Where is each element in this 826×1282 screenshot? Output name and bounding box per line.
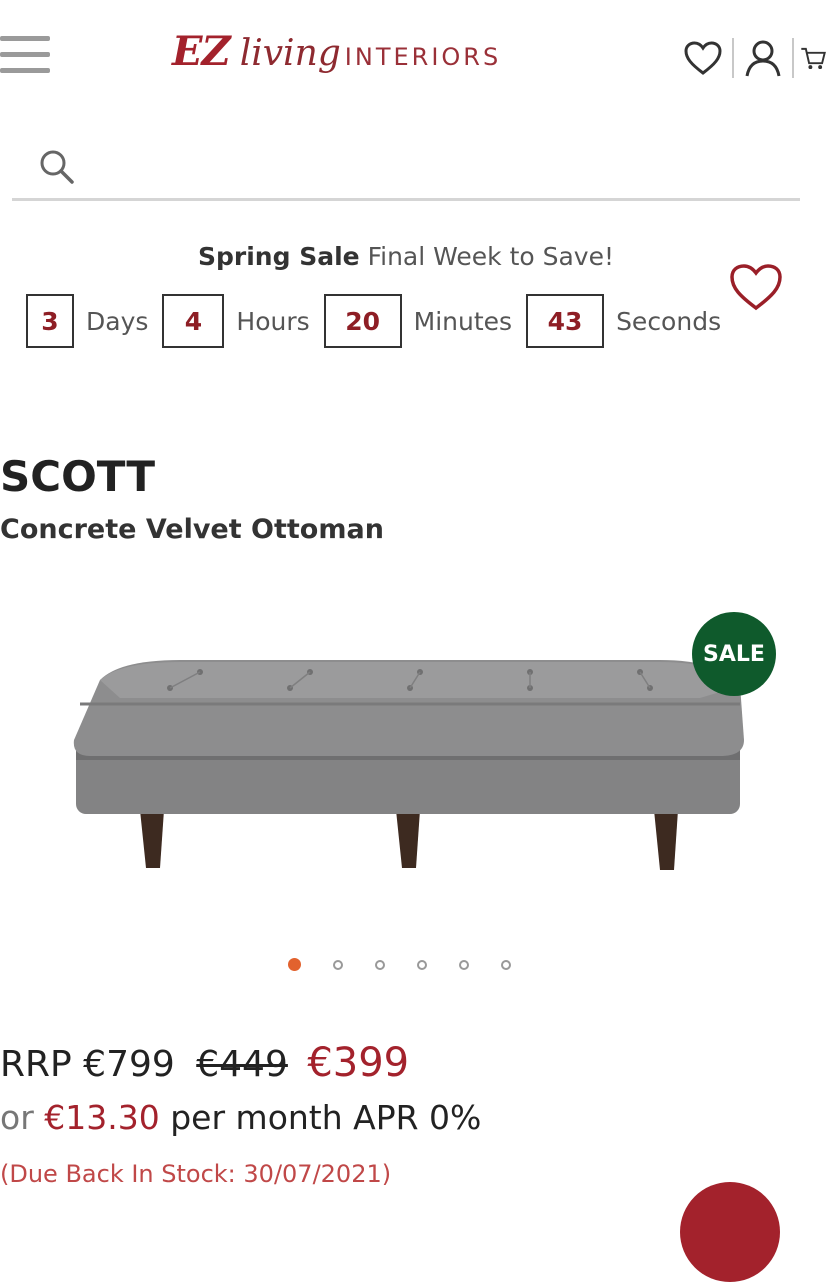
countdown-seconds-label: Seconds [616,306,722,336]
product-name: SCOTT [0,452,156,501]
countdown-seconds-value: 43 [526,294,605,348]
gallery-dot[interactable] [333,959,343,970]
user-icon [745,40,781,77]
sale-title-rest: Final Week to Save! [367,242,614,271]
site-logo[interactable]: EZ living INTERIORS [172,28,501,88]
stock-status: (Due Back In Stock: 30/07/2021) [0,1160,392,1188]
menu-button[interactable] [0,34,52,78]
wishlist-button[interactable] [680,36,726,80]
was-price: €449 [196,1044,288,1085]
logo-interiors: INTERIORS [344,43,502,71]
menu-icon-bar [0,68,50,73]
add-to-wishlist-button[interactable] [728,262,784,316]
gallery-dot[interactable] [501,959,511,970]
logo-living: living [239,33,341,74]
countdown-days-value: 3 [26,294,74,348]
header-actions [680,36,826,80]
menu-icon-bar [0,36,50,41]
gallery-pagination [288,958,543,971]
finance-terms: per month APR 0% [170,1098,482,1137]
monthly-amount: €13.30 [44,1098,160,1137]
gallery-dot[interactable] [417,959,427,970]
chat-button[interactable] [680,1182,780,1282]
countdown-hours-value: 4 [162,294,225,348]
menu-icon-bar [0,52,50,57]
account-button[interactable] [740,36,786,80]
rrp-price: RRP €799 [0,1044,175,1085]
cart-button[interactable] [800,36,826,80]
product-image[interactable] [60,600,760,920]
gallery-dot[interactable] [288,958,301,971]
finance-or: or [0,1098,34,1137]
heart-icon [684,41,722,75]
finance-row: or €13.30 per month APR 0% [0,1098,481,1137]
gallery-dot[interactable] [459,959,469,970]
current-price: €399 [307,1040,410,1086]
header-divider [792,38,794,78]
countdown-hours-label: Hours [236,306,310,336]
countdown-minutes-label: Minutes [413,306,513,336]
heart-icon [730,264,782,311]
search-icon [40,150,74,184]
sale-countdown: 3 Days 4 Hours 20 Minutes 43 Seconds [26,294,735,348]
gallery-dot[interactable] [375,959,385,970]
cart-icon [801,47,826,70]
countdown-minutes-value: 20 [323,294,402,348]
price-row: RRP €799 €449 €399 [0,1040,409,1086]
sale-banner-title: Spring Sale Final Week to Save! [0,242,812,271]
sale-title-bold: Spring Sale [198,242,360,271]
search-bar[interactable] [12,130,800,201]
countdown-days-label: Days [86,306,149,336]
search-input[interactable] [92,142,786,184]
product-subtitle: Concrete Velvet Ottoman [0,514,384,545]
logo-ez: EZ [172,28,231,75]
sale-badge: SALE [692,612,776,696]
header-divider [732,38,734,78]
